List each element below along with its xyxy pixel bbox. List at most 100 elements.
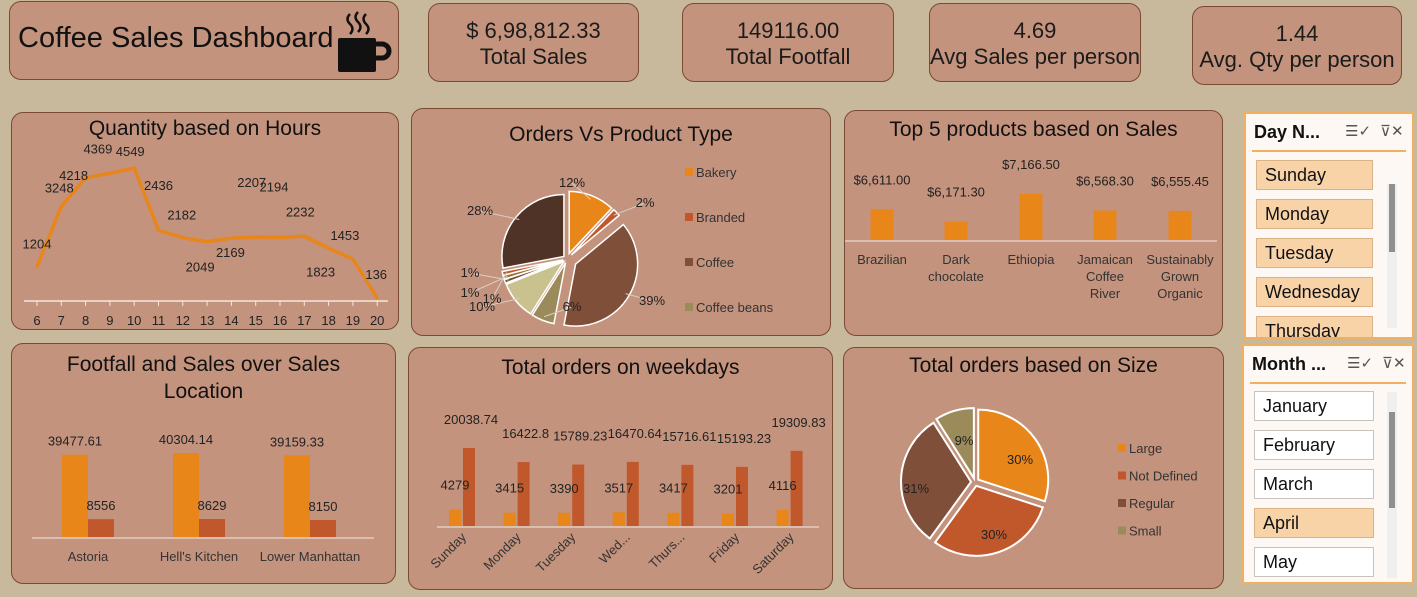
kpi-label: Total Sales xyxy=(479,44,588,69)
x-tick-label: 18 xyxy=(321,313,335,328)
multi-select-icon[interactable]: ☰✓ xyxy=(1345,122,1371,140)
slicer-item-sunday[interactable]: Sunday xyxy=(1256,160,1373,190)
x-tick-label: Friday xyxy=(706,529,742,565)
x-tick-label: Sustainably xyxy=(1146,252,1214,267)
x-tick-label: 20 xyxy=(370,313,384,328)
hours-point xyxy=(157,228,160,232)
chart-size-card: Total orders based on Size 30% 30% 31% 9% La… xyxy=(843,347,1224,589)
kpi-label: Avg Sales per person xyxy=(930,44,1140,69)
data-label: 6% xyxy=(563,299,582,314)
data-label: 1204 xyxy=(23,237,52,252)
hours-point xyxy=(229,236,233,240)
legend-label: Branded xyxy=(696,210,745,225)
slicer-item-january[interactable]: January xyxy=(1254,391,1374,421)
hours-point xyxy=(205,240,209,244)
orders-bar xyxy=(612,512,625,526)
x-tick-label: Tuesday xyxy=(533,529,579,575)
slicer-item-february[interactable]: February xyxy=(1254,430,1374,460)
data-label: $6,611.00 xyxy=(854,172,911,187)
top5-bar xyxy=(944,221,968,240)
top5-bar xyxy=(870,209,894,240)
x-tick-label: 15 xyxy=(248,313,262,328)
clear-filter-icon[interactable]: ⊽✕ xyxy=(1382,354,1406,372)
x-tick-label: 8 xyxy=(82,313,89,328)
slicer-scrollbar[interactable] xyxy=(1387,184,1397,328)
clear-filter-icon[interactable]: ⊽✕ xyxy=(1380,122,1404,140)
orders-bar xyxy=(776,509,789,526)
data-label: 1453 xyxy=(330,228,359,243)
hours-point xyxy=(35,265,39,269)
data-label: 2232 xyxy=(286,204,315,219)
data-label: 3417 xyxy=(659,481,688,496)
x-tick-label: chocolate xyxy=(928,269,984,284)
legend-label: Bakery xyxy=(696,165,737,180)
slicer-item-monday[interactable]: Monday xyxy=(1256,199,1373,229)
legend-label: Coffee beans xyxy=(696,300,774,315)
month-slicer: Month ... ☰✓ ⊽✕ January February March A… xyxy=(1242,344,1414,584)
slicer-divider xyxy=(1250,382,1406,384)
data-label: 4369 xyxy=(83,141,112,156)
slicer-item-wednesday[interactable]: Wednesday xyxy=(1256,277,1373,307)
slicer-item-april[interactable]: April xyxy=(1254,508,1374,538)
data-label: 3201 xyxy=(714,482,743,497)
hours-point xyxy=(181,236,185,240)
hours-point xyxy=(132,166,136,170)
data-label: 136 xyxy=(365,267,387,282)
data-label: 1% xyxy=(483,291,502,306)
data-label: 12% xyxy=(559,175,585,190)
legend-label: Regular xyxy=(1129,496,1175,511)
kpi-avg-qty: 1.44 Avg. Qty per person xyxy=(1192,6,1402,85)
data-label: 39% xyxy=(639,293,665,308)
x-tick-label: Grown xyxy=(1161,269,1199,284)
day-slicer: Day N... ☰✓ ⊽✕ Sunday Monday Tuesday Wed… xyxy=(1244,112,1414,339)
footfall-bar xyxy=(310,520,336,537)
product-type-pie-chart: 12%2%39%6%10%1%1% 1%28%BakeryBrandedCoffe… xyxy=(461,165,774,327)
top5-bar xyxy=(1093,210,1117,240)
data-label: 16422.8 xyxy=(502,426,549,441)
slicer-item-march[interactable]: March xyxy=(1254,469,1374,499)
x-tick-label: 7 xyxy=(58,313,65,328)
legend-label: Coffee xyxy=(696,255,734,270)
data-label: 2194 xyxy=(260,179,289,194)
data-label: 19309.83 xyxy=(771,415,825,430)
slicer-item-thursday[interactable]: Thursday xyxy=(1256,316,1373,337)
slicer-scrollbar[interactable] xyxy=(1387,392,1397,578)
x-tick-label: Ethiopia xyxy=(1008,252,1056,267)
hours-point xyxy=(302,234,306,238)
data-label: 3415 xyxy=(495,481,524,496)
multi-select-icon[interactable]: ☰✓ xyxy=(1347,354,1373,372)
x-tick-label: Lower Manhattan xyxy=(260,549,360,564)
slicer-title: Day N... xyxy=(1254,122,1321,142)
data-label: 2182 xyxy=(167,208,196,223)
sales-bar xyxy=(284,455,310,537)
scrollbar-thumb[interactable] xyxy=(1389,184,1395,252)
pie-slice xyxy=(501,193,565,269)
chart-product-type-card: Orders Vs Product Type 12% 2% 39% 6% 10% 1% 1%… xyxy=(411,108,831,336)
orders-bar xyxy=(558,512,571,526)
hours-point xyxy=(108,171,112,175)
data-label: 9% xyxy=(955,433,974,448)
data-label: 8150 xyxy=(309,499,338,514)
x-tick-label: Astoria xyxy=(68,549,109,564)
slicer-divider xyxy=(1252,150,1406,152)
slicer-item-may[interactable]: May xyxy=(1254,547,1374,577)
data-label: $7,166.50 xyxy=(1002,157,1060,172)
x-tick-label: 9 xyxy=(106,313,113,328)
top5-bar xyxy=(1019,194,1043,240)
location-bar-chart: 39477.61 8556 Astoria 40304.14 8629 Hell's Ki… xyxy=(32,432,374,564)
data-label: 1823 xyxy=(306,264,335,279)
slicer-item-tuesday[interactable]: Tuesday xyxy=(1256,238,1373,268)
top5-bar xyxy=(1168,210,1192,240)
x-tick-label: Jamaican xyxy=(1077,252,1133,267)
hours-point xyxy=(278,235,282,239)
legend-swatch xyxy=(1118,526,1126,535)
x-tick-label: Sunday xyxy=(427,529,469,571)
data-label: 2436 xyxy=(144,178,173,193)
legend-label: Large xyxy=(1129,441,1162,456)
x-tick-label: Coffee xyxy=(1086,269,1124,284)
data-label: 15716.61 xyxy=(662,429,716,444)
data-label: 2169 xyxy=(216,245,245,260)
x-tick-label: Dark xyxy=(942,252,970,267)
scrollbar-thumb[interactable] xyxy=(1389,412,1395,508)
x-tick-label: Saturday xyxy=(749,529,797,577)
